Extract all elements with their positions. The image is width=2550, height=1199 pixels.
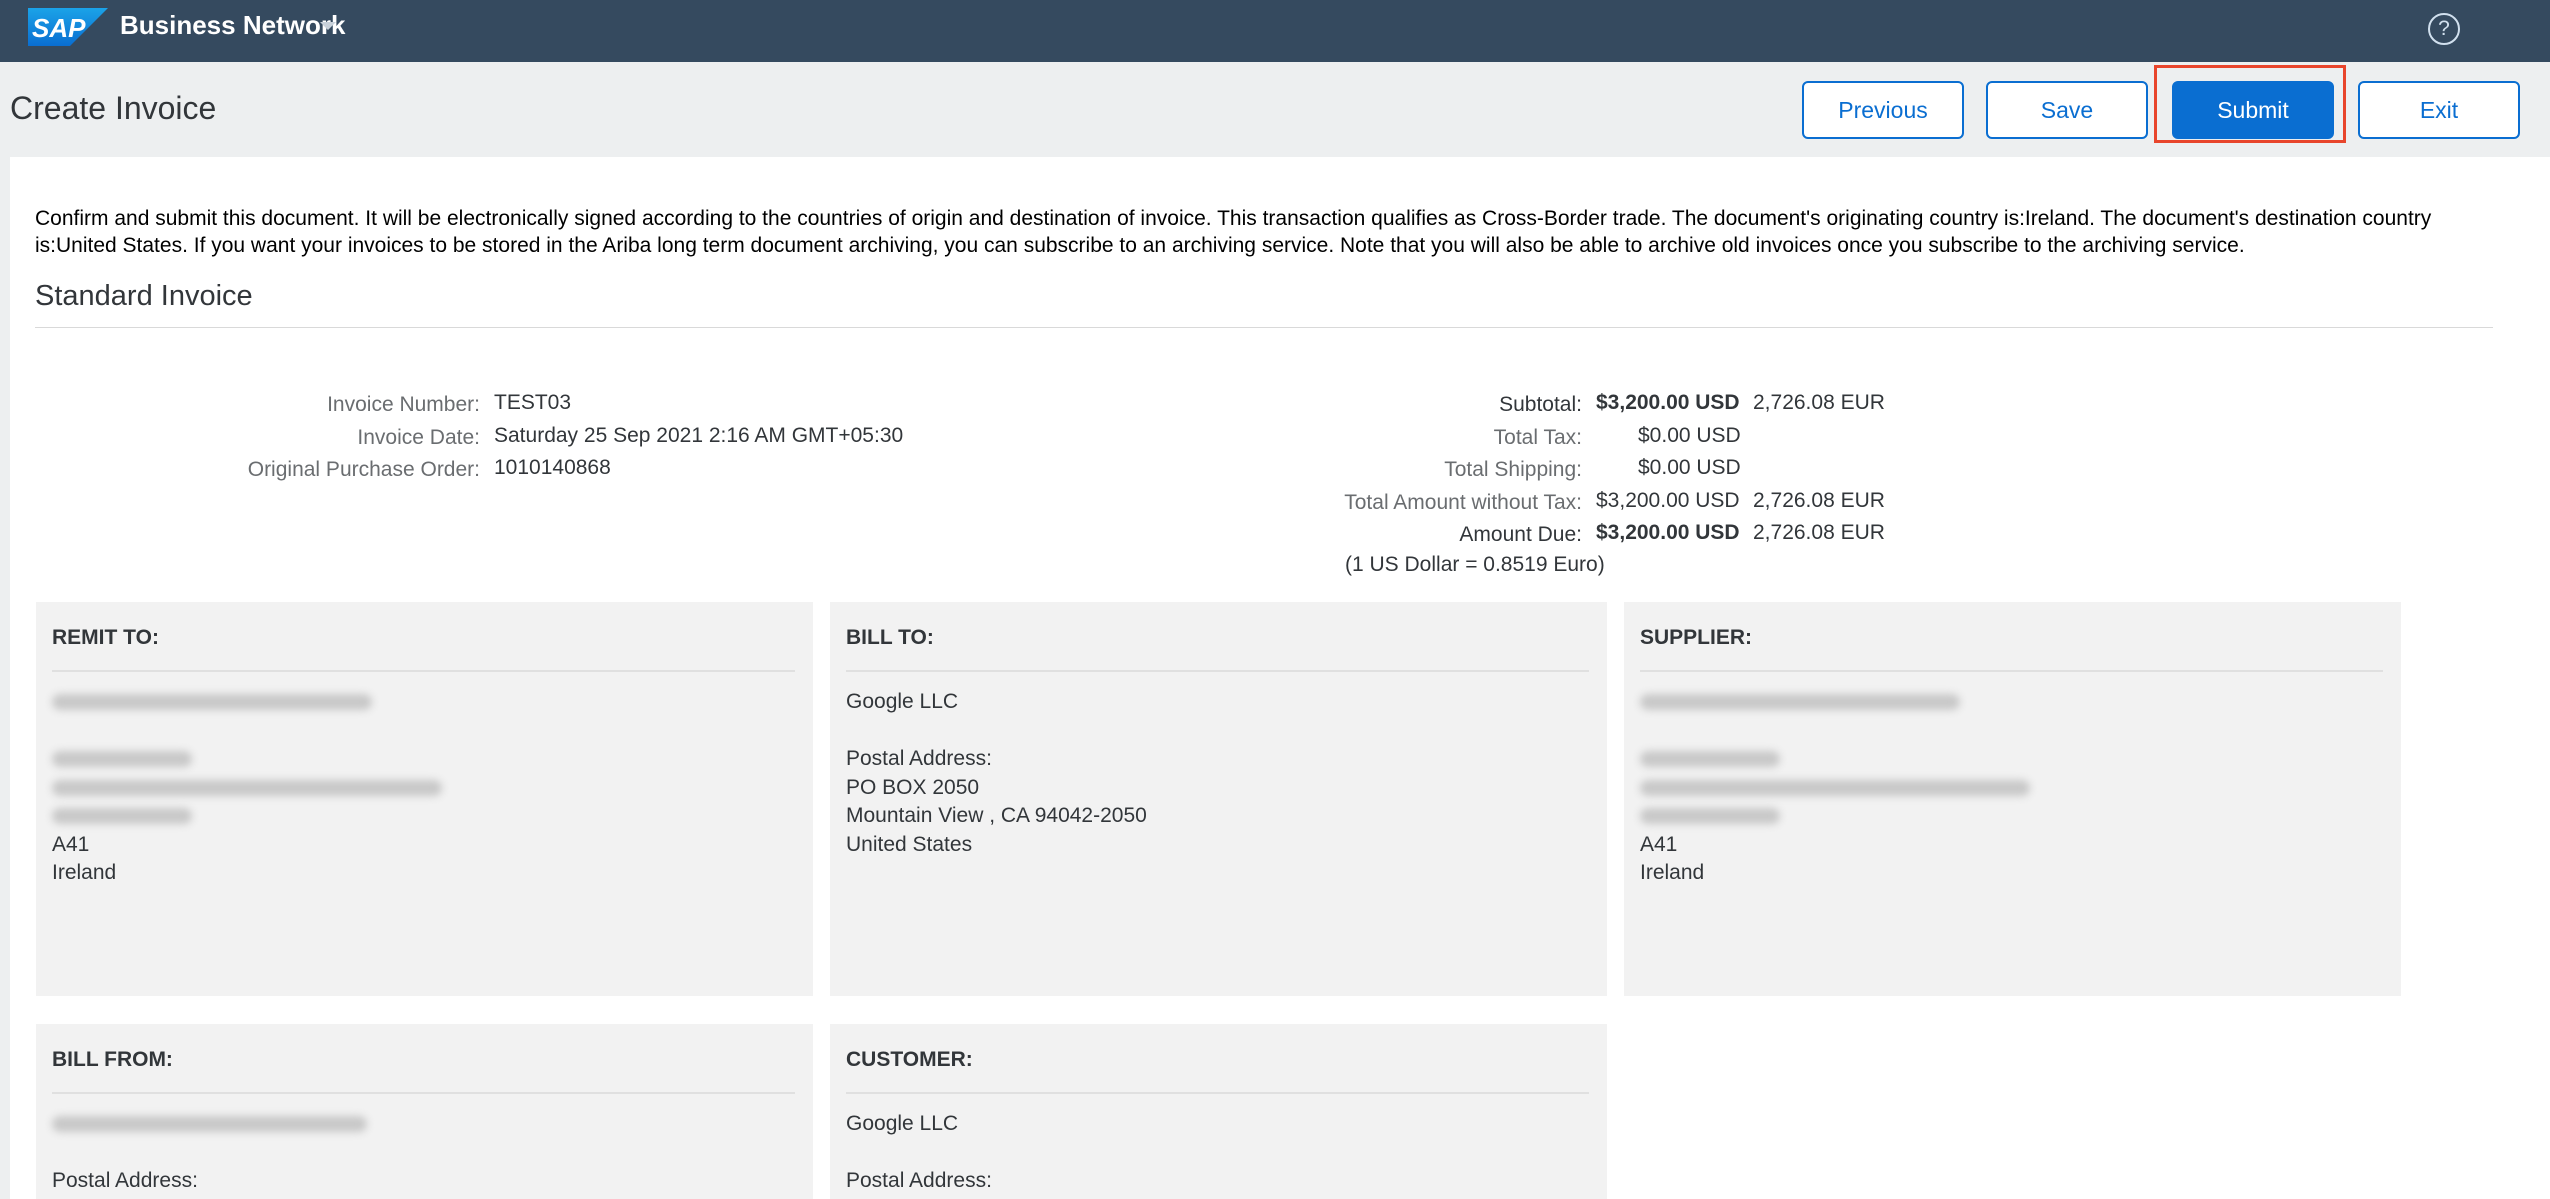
supplier-card: SUPPLIER: A41 Ireland bbox=[1624, 602, 2401, 996]
submit-highlight bbox=[2154, 65, 2346, 143]
product-name[interactable]: Business Network bbox=[120, 10, 345, 41]
supplier-address: A41 Ireland bbox=[1640, 688, 2030, 888]
amount-without-tax-usd: $3,200.00 USD bbox=[1596, 489, 1740, 512]
customer-card: CUSTOMER: Google LLC Postal Address: bbox=[830, 1024, 1607, 1199]
invoice-number-value: TEST03 bbox=[494, 391, 572, 414]
invoice-date-value: Saturday 25 Sep 2021 2:16 AM GMT+05:30 bbox=[494, 424, 904, 447]
postal-address-label: Postal Address: bbox=[52, 1169, 198, 1192]
address-name: Google LLC bbox=[846, 1112, 959, 1135]
address-line: Mountain View , CA 94042-2050 bbox=[846, 804, 1147, 827]
bill-to-card: BILL TO: Google LLC Postal Address: PO B… bbox=[830, 602, 1607, 996]
redacted-text bbox=[1640, 751, 1780, 768]
amount-due-label: Amount Due: bbox=[1459, 523, 1582, 546]
bill-from-card: BILL FROM: Postal Address: bbox=[36, 1024, 813, 1199]
redacted-text bbox=[52, 694, 372, 711]
total-shipping-label: Total Shipping: bbox=[1444, 458, 1582, 481]
card-title: CUSTOMER: bbox=[846, 1048, 973, 1071]
subtotal-label: Subtotal: bbox=[1499, 393, 1582, 416]
redacted-text bbox=[52, 1116, 367, 1133]
card-title: REMIT TO: bbox=[52, 626, 159, 649]
total-tax-usd: $0.00 USD bbox=[1638, 424, 1741, 447]
address-region: A41 bbox=[1640, 832, 1678, 856]
postal-address-label: Postal Address: bbox=[846, 747, 992, 770]
total-shipping-usd: $0.00 USD bbox=[1638, 456, 1741, 479]
redacted-text bbox=[1640, 808, 1780, 825]
purchase-order-label: Original Purchase Order: bbox=[247, 458, 480, 481]
previous-button[interactable]: Previous bbox=[1802, 81, 1964, 139]
card-divider bbox=[846, 1092, 1589, 1094]
address-line: United States bbox=[846, 832, 973, 856]
card-divider bbox=[52, 670, 795, 672]
page-title: Create Invoice bbox=[10, 90, 217, 126]
amount-due-eur: 2,726.08 EUR bbox=[1753, 521, 1885, 544]
purchase-order-value[interactable]: 1010140868 bbox=[494, 456, 611, 480]
card-divider bbox=[846, 670, 1589, 672]
bill-to-address: Google LLC Postal Address: PO BOX 2050 M… bbox=[846, 688, 1147, 859]
exchange-rate-note: (1 US Dollar = 0.8519 Euro) bbox=[1345, 553, 1605, 576]
logo-text: SAP bbox=[32, 13, 86, 43]
caret-down-icon[interactable] bbox=[320, 22, 336, 30]
card-title: SUPPLIER: bbox=[1640, 626, 1753, 649]
invoice-number-label: Invoice Number: bbox=[327, 393, 480, 416]
address-region: A41 bbox=[52, 832, 90, 856]
card-divider bbox=[1640, 670, 2383, 672]
redacted-text bbox=[1640, 779, 2030, 796]
card-title: BILL TO: bbox=[846, 626, 934, 649]
total-tax-label: Total Tax: bbox=[1493, 426, 1582, 449]
redacted-text bbox=[52, 808, 192, 825]
amount-due-usd: $3,200.00 USD bbox=[1596, 521, 1740, 544]
card-title: BILL FROM: bbox=[52, 1048, 173, 1071]
exit-button[interactable]: Exit bbox=[2358, 81, 2520, 139]
submit-notice: Confirm and submit this document. It wil… bbox=[35, 207, 2432, 257]
address-name: Google LLC bbox=[846, 690, 959, 713]
bill-from-address: Postal Address: bbox=[52, 1110, 367, 1196]
subtotal-eur: 2,726.08 EUR bbox=[1753, 391, 1885, 414]
remit-to-address: A41 Ireland bbox=[52, 688, 442, 888]
redacted-text bbox=[1640, 694, 1960, 711]
address-line: PO BOX 2050 bbox=[846, 775, 980, 799]
sap-logo[interactable]: SAP bbox=[28, 8, 108, 46]
help-icon[interactable]: ? bbox=[2428, 13, 2460, 45]
address-country: Ireland bbox=[52, 861, 117, 884]
address-country: Ireland bbox=[1640, 861, 1705, 884]
redacted-text bbox=[52, 779, 442, 796]
shell-bar: SAP Business Network ? bbox=[0, 0, 2550, 62]
save-button[interactable]: Save bbox=[1986, 81, 2148, 139]
remit-to-card: REMIT TO: A41 Ireland bbox=[36, 602, 813, 996]
postal-address-label: Postal Address: bbox=[846, 1169, 992, 1192]
section-title: Standard Invoice bbox=[35, 280, 253, 312]
redacted-text bbox=[52, 751, 192, 768]
section-divider bbox=[35, 327, 2493, 328]
card-divider bbox=[52, 1092, 795, 1094]
subtotal-usd: $3,200.00 USD bbox=[1596, 391, 1740, 414]
amount-without-tax-eur: 2,726.08 EUR bbox=[1753, 489, 1885, 512]
customer-address: Google LLC Postal Address: bbox=[846, 1110, 992, 1196]
invoice-date-label: Invoice Date: bbox=[357, 426, 480, 449]
amount-without-tax-label: Total Amount without Tax: bbox=[1344, 491, 1582, 514]
